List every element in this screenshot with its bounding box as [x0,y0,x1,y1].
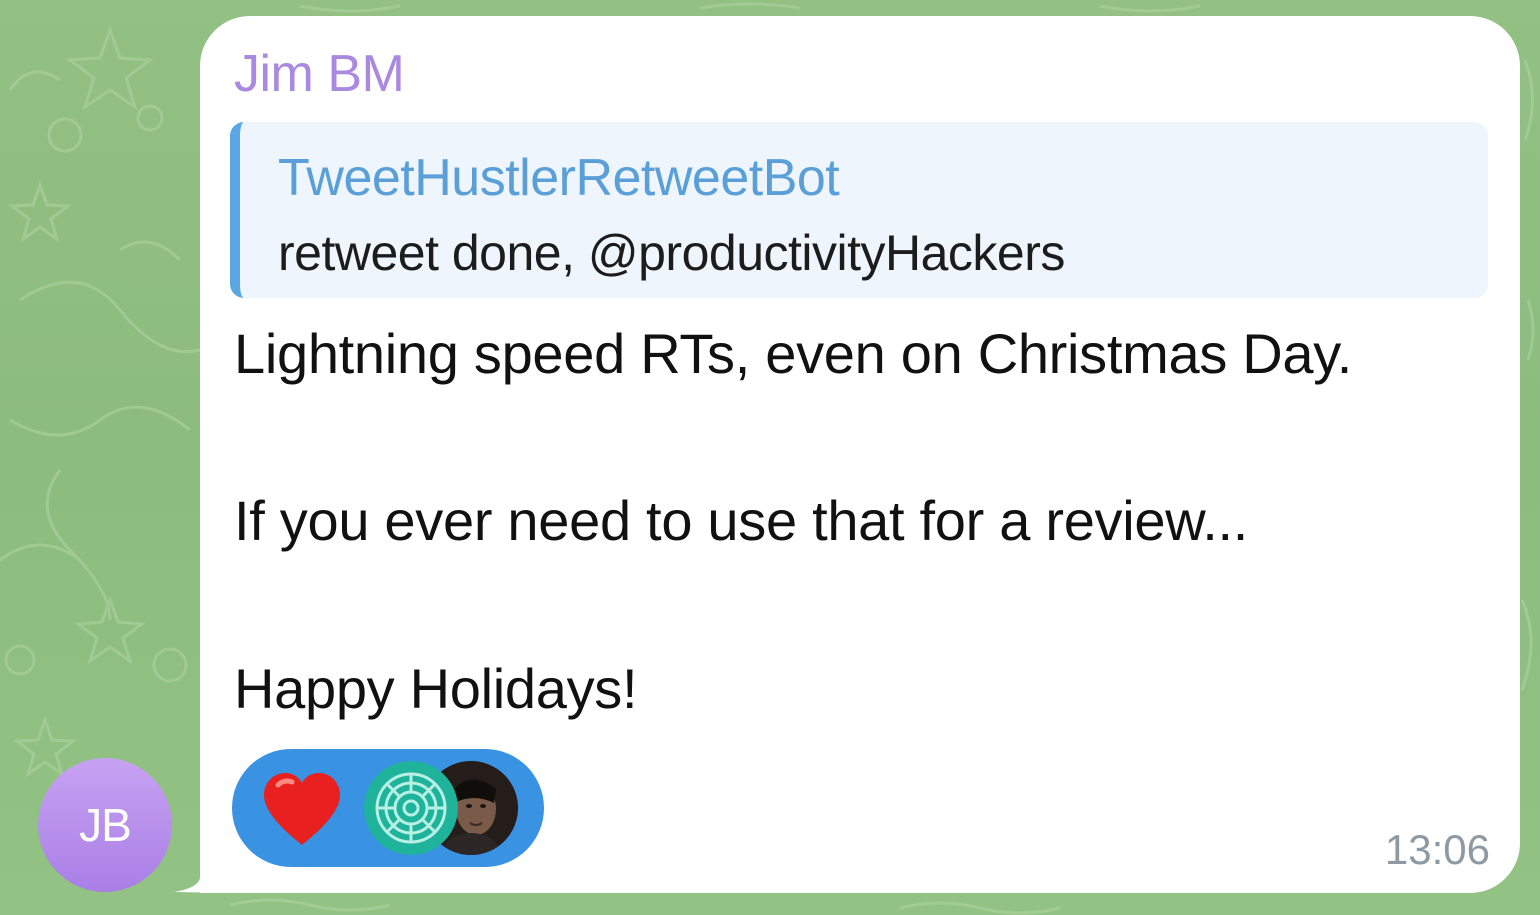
message-bubble[interactable]: Jim BM TweetHustlerRetweetBot retweet do… [200,16,1520,893]
message-text-line: Happy Holidays! [234,657,638,720]
message-text-line: If you ever need to use that for a revie… [234,489,1249,552]
reply-quote[interactable]: TweetHustlerRetweetBot retweet done, @pr… [230,122,1488,298]
reply-text: retweet done, @productivityHackers [278,225,1065,281]
reply-author: TweetHustlerRetweetBot [278,149,840,207]
message-timestamp: 13:06 [1384,826,1490,873]
avatar-initials: JB [79,799,132,851]
sender-avatar[interactable]: JB [38,758,172,892]
message-text-line: Lightning speed RTs, even on Christmas D… [234,322,1353,385]
reactor-avatars[interactable] [364,761,524,855]
reaction-pill[interactable] [232,749,544,867]
heart-icon [264,773,340,845]
sender-name[interactable]: Jim BM [234,44,405,104]
teal-spiral-avatar[interactable] [364,761,458,855]
